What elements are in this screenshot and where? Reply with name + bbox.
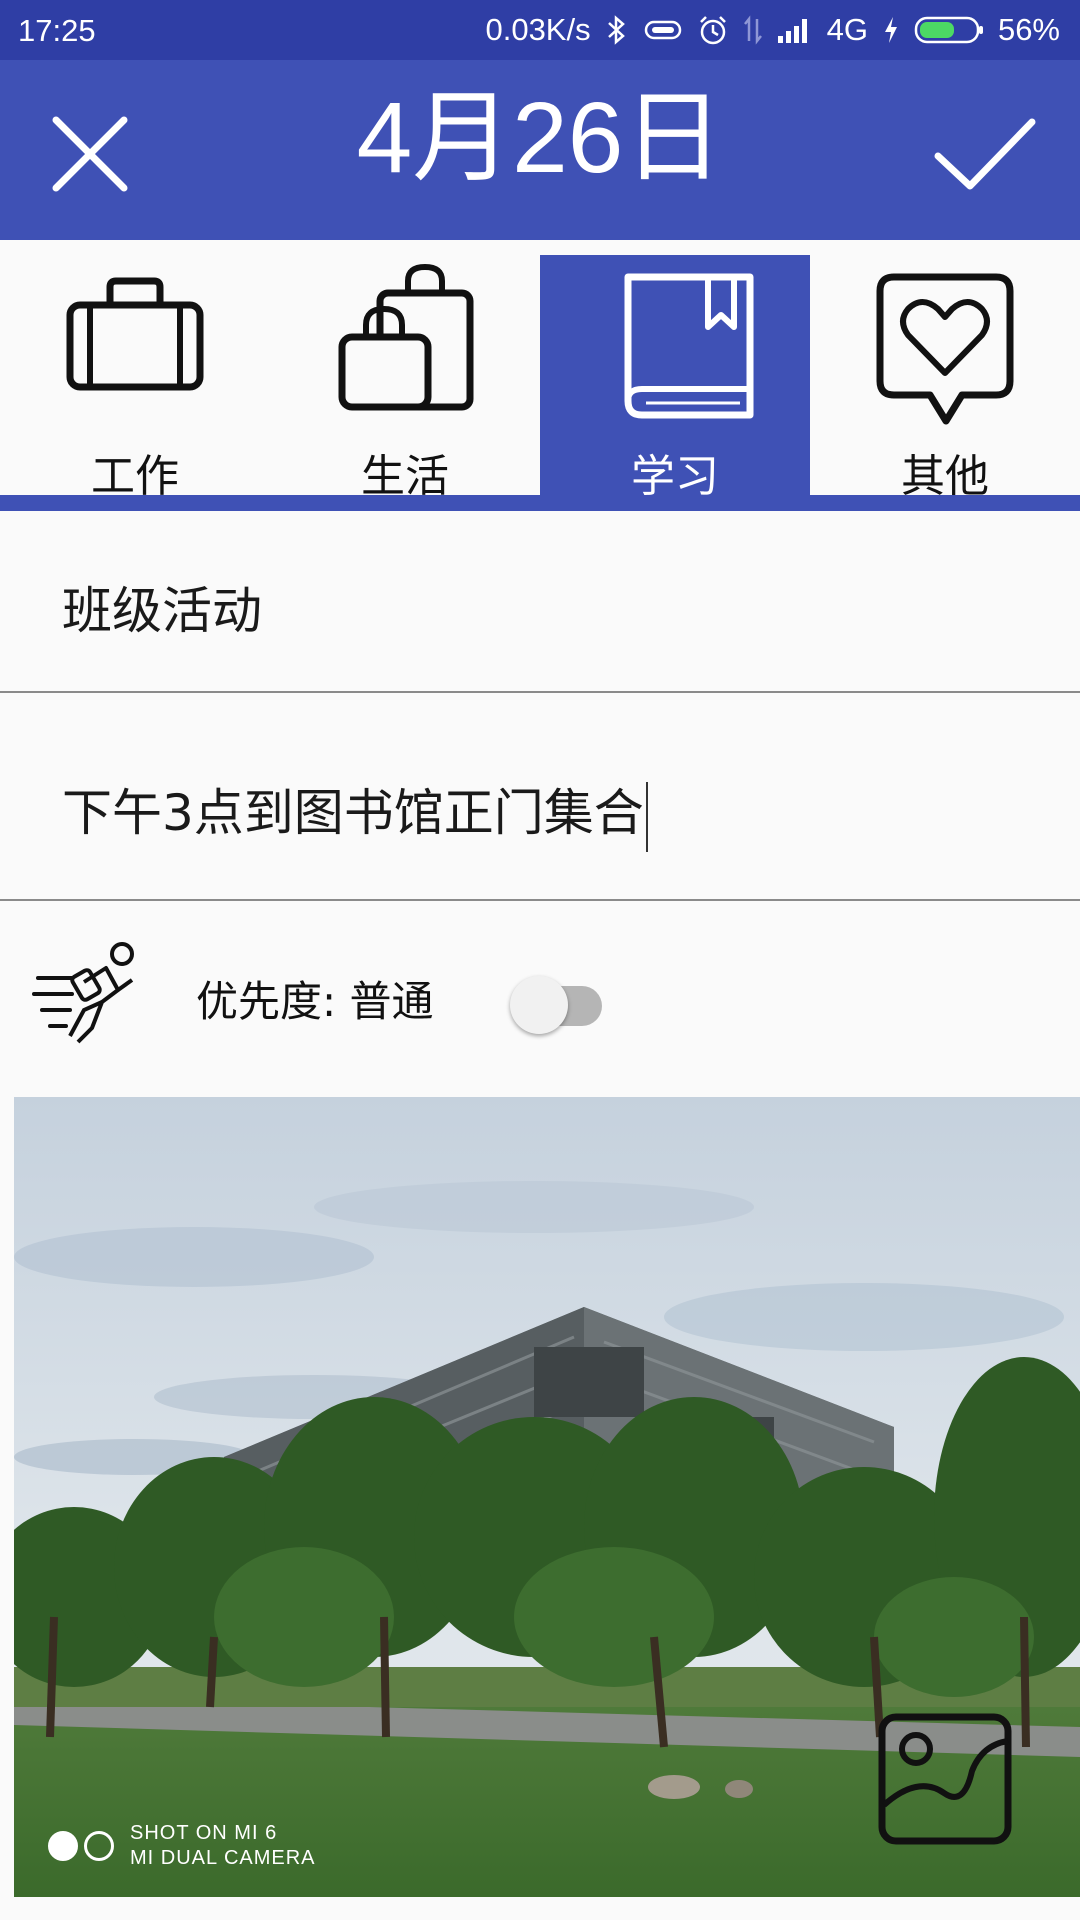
title-input-text: 班级活动	[62, 582, 262, 640]
watermark-line-2: MI DUAL CAMERA	[130, 1847, 316, 1869]
category-underline	[0, 495, 1080, 511]
runner-icon	[32, 938, 144, 1054]
charging-icon	[882, 15, 900, 45]
content-input-text: 下午3点到图书馆正门集合	[62, 784, 644, 842]
network-type: 4G	[826, 12, 868, 47]
network-speed: 0.03K/s	[485, 12, 591, 47]
content-input-wrapper: 下午3点到图书馆正门集合	[62, 773, 648, 852]
briefcase-icon	[66, 277, 204, 391]
category-tab-study[interactable]: 学习	[540, 255, 810, 502]
image-icon	[878, 1713, 1012, 1845]
page-title: 4月26日	[356, 82, 724, 194]
app-bar: 4月26日	[0, 60, 1080, 240]
priority-label: 优先度: 普通	[196, 977, 434, 1026]
title-field[interactable]: 班级活动	[0, 511, 1080, 693]
add-image-button[interactable]	[878, 1711, 1014, 1847]
bluetooth-icon	[605, 14, 629, 46]
watermark-line-1: SHOT ON MI 6	[130, 1822, 278, 1844]
category-selector: 工作 生活 学习 其他	[0, 240, 1080, 502]
status-indicators: 0.03K/s 4G 56%	[485, 0, 1060, 60]
watermark-logo-icon	[48, 1831, 114, 1861]
watermark-text: SHOT ON MI 6 MI DUAL CAMERA	[130, 1821, 316, 1871]
data-transfer-icon	[743, 15, 763, 45]
alarm-icon	[697, 14, 729, 46]
text-cursor	[645, 781, 648, 852]
checkmark-icon	[934, 118, 1036, 190]
signal-icon	[777, 16, 813, 44]
category-tab-work[interactable]: 工作	[0, 255, 270, 502]
heart-bubble-icon	[876, 273, 1014, 425]
shopping-bags-icon	[338, 263, 474, 411]
book-icon	[624, 273, 754, 419]
status-time: 17:25	[18, 13, 96, 48]
battery-icon	[914, 15, 984, 45]
attached-photo[interactable]: SHOT ON MI 6 MI DUAL CAMERA	[14, 1097, 1080, 1897]
camera-watermark: SHOT ON MI 6 MI DUAL CAMERA	[48, 1821, 316, 1871]
battery-percent: 56%	[997, 12, 1060, 47]
priority-row: 优先度: 普通	[0, 902, 1080, 1092]
priority-toggle[interactable]	[510, 968, 606, 1034]
category-tab-life[interactable]: 生活	[270, 255, 540, 502]
category-tab-other[interactable]: 其他	[810, 255, 1080, 502]
vibrate-icon	[643, 16, 683, 44]
content-field[interactable]: 下午3点到图书馆正门集合	[0, 693, 1080, 901]
toggle-thumb	[510, 976, 568, 1034]
status-bar: 17:25 0.03K/s 4G 56%	[0, 0, 1080, 60]
confirm-button[interactable]	[930, 104, 1040, 204]
